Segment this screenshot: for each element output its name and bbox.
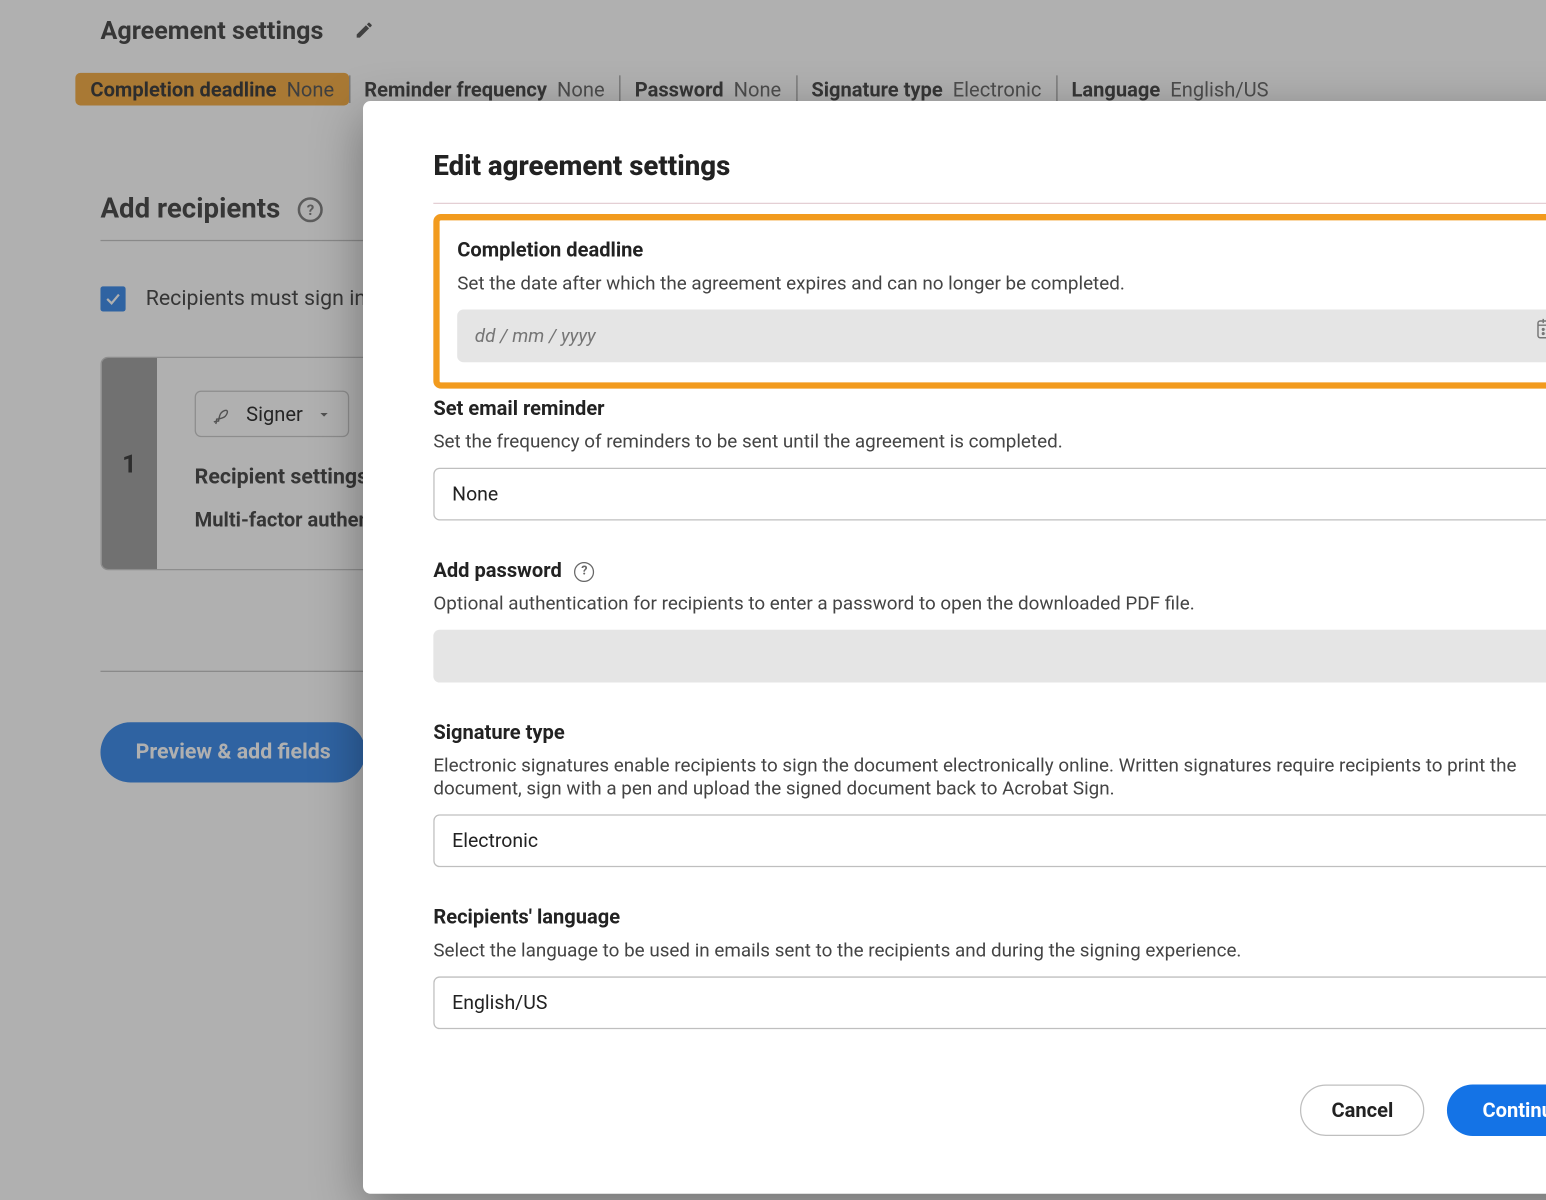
divider <box>433 203 1546 204</box>
signature-type-label: Signature type <box>433 720 1546 744</box>
label-text: Add password <box>433 558 561 582</box>
signature-type-select[interactable]: Electronic <box>433 814 1546 867</box>
email-reminder-select[interactable]: None <box>433 468 1546 521</box>
edit-agreement-settings-modal: Edit agreement settings Completion deadl… <box>363 101 1546 1194</box>
completion-deadline-label: Completion deadline <box>457 238 1546 262</box>
email-reminder-desc: Set the frequency of reminders to be sen… <box>433 430 1546 453</box>
signature-type-desc: Electronic signatures enable recipients … <box>433 754 1546 799</box>
add-password-desc: Optional authentication for recipients t… <box>433 592 1546 615</box>
select-value: English/US <box>452 992 547 1015</box>
select-value: None <box>452 483 498 506</box>
calendar-icon[interactable] <box>1535 316 1546 341</box>
recipients-language-select[interactable]: English/US <box>433 976 1546 1029</box>
completion-deadline-input[interactable] <box>457 309 1546 362</box>
select-value: Electronic <box>452 829 538 852</box>
add-password-label: Add password ? <box>433 558 1546 582</box>
recipients-language-label: Recipients' language <box>433 905 1546 929</box>
cancel-button[interactable]: Cancel <box>1300 1084 1425 1135</box>
help-icon[interactable]: ? <box>574 562 594 582</box>
completion-deadline-highlight: Completion deadline Set the date after w… <box>433 214 1546 389</box>
continue-button[interactable]: Continue <box>1447 1084 1546 1135</box>
recipients-language-desc: Select the language to be used in emails… <box>433 939 1546 962</box>
password-input[interactable] <box>433 630 1546 683</box>
email-reminder-label: Set email reminder <box>433 396 1546 420</box>
completion-deadline-desc: Set the date after which the agreement e… <box>457 272 1546 295</box>
modal-title: Edit agreement settings <box>433 151 1546 182</box>
